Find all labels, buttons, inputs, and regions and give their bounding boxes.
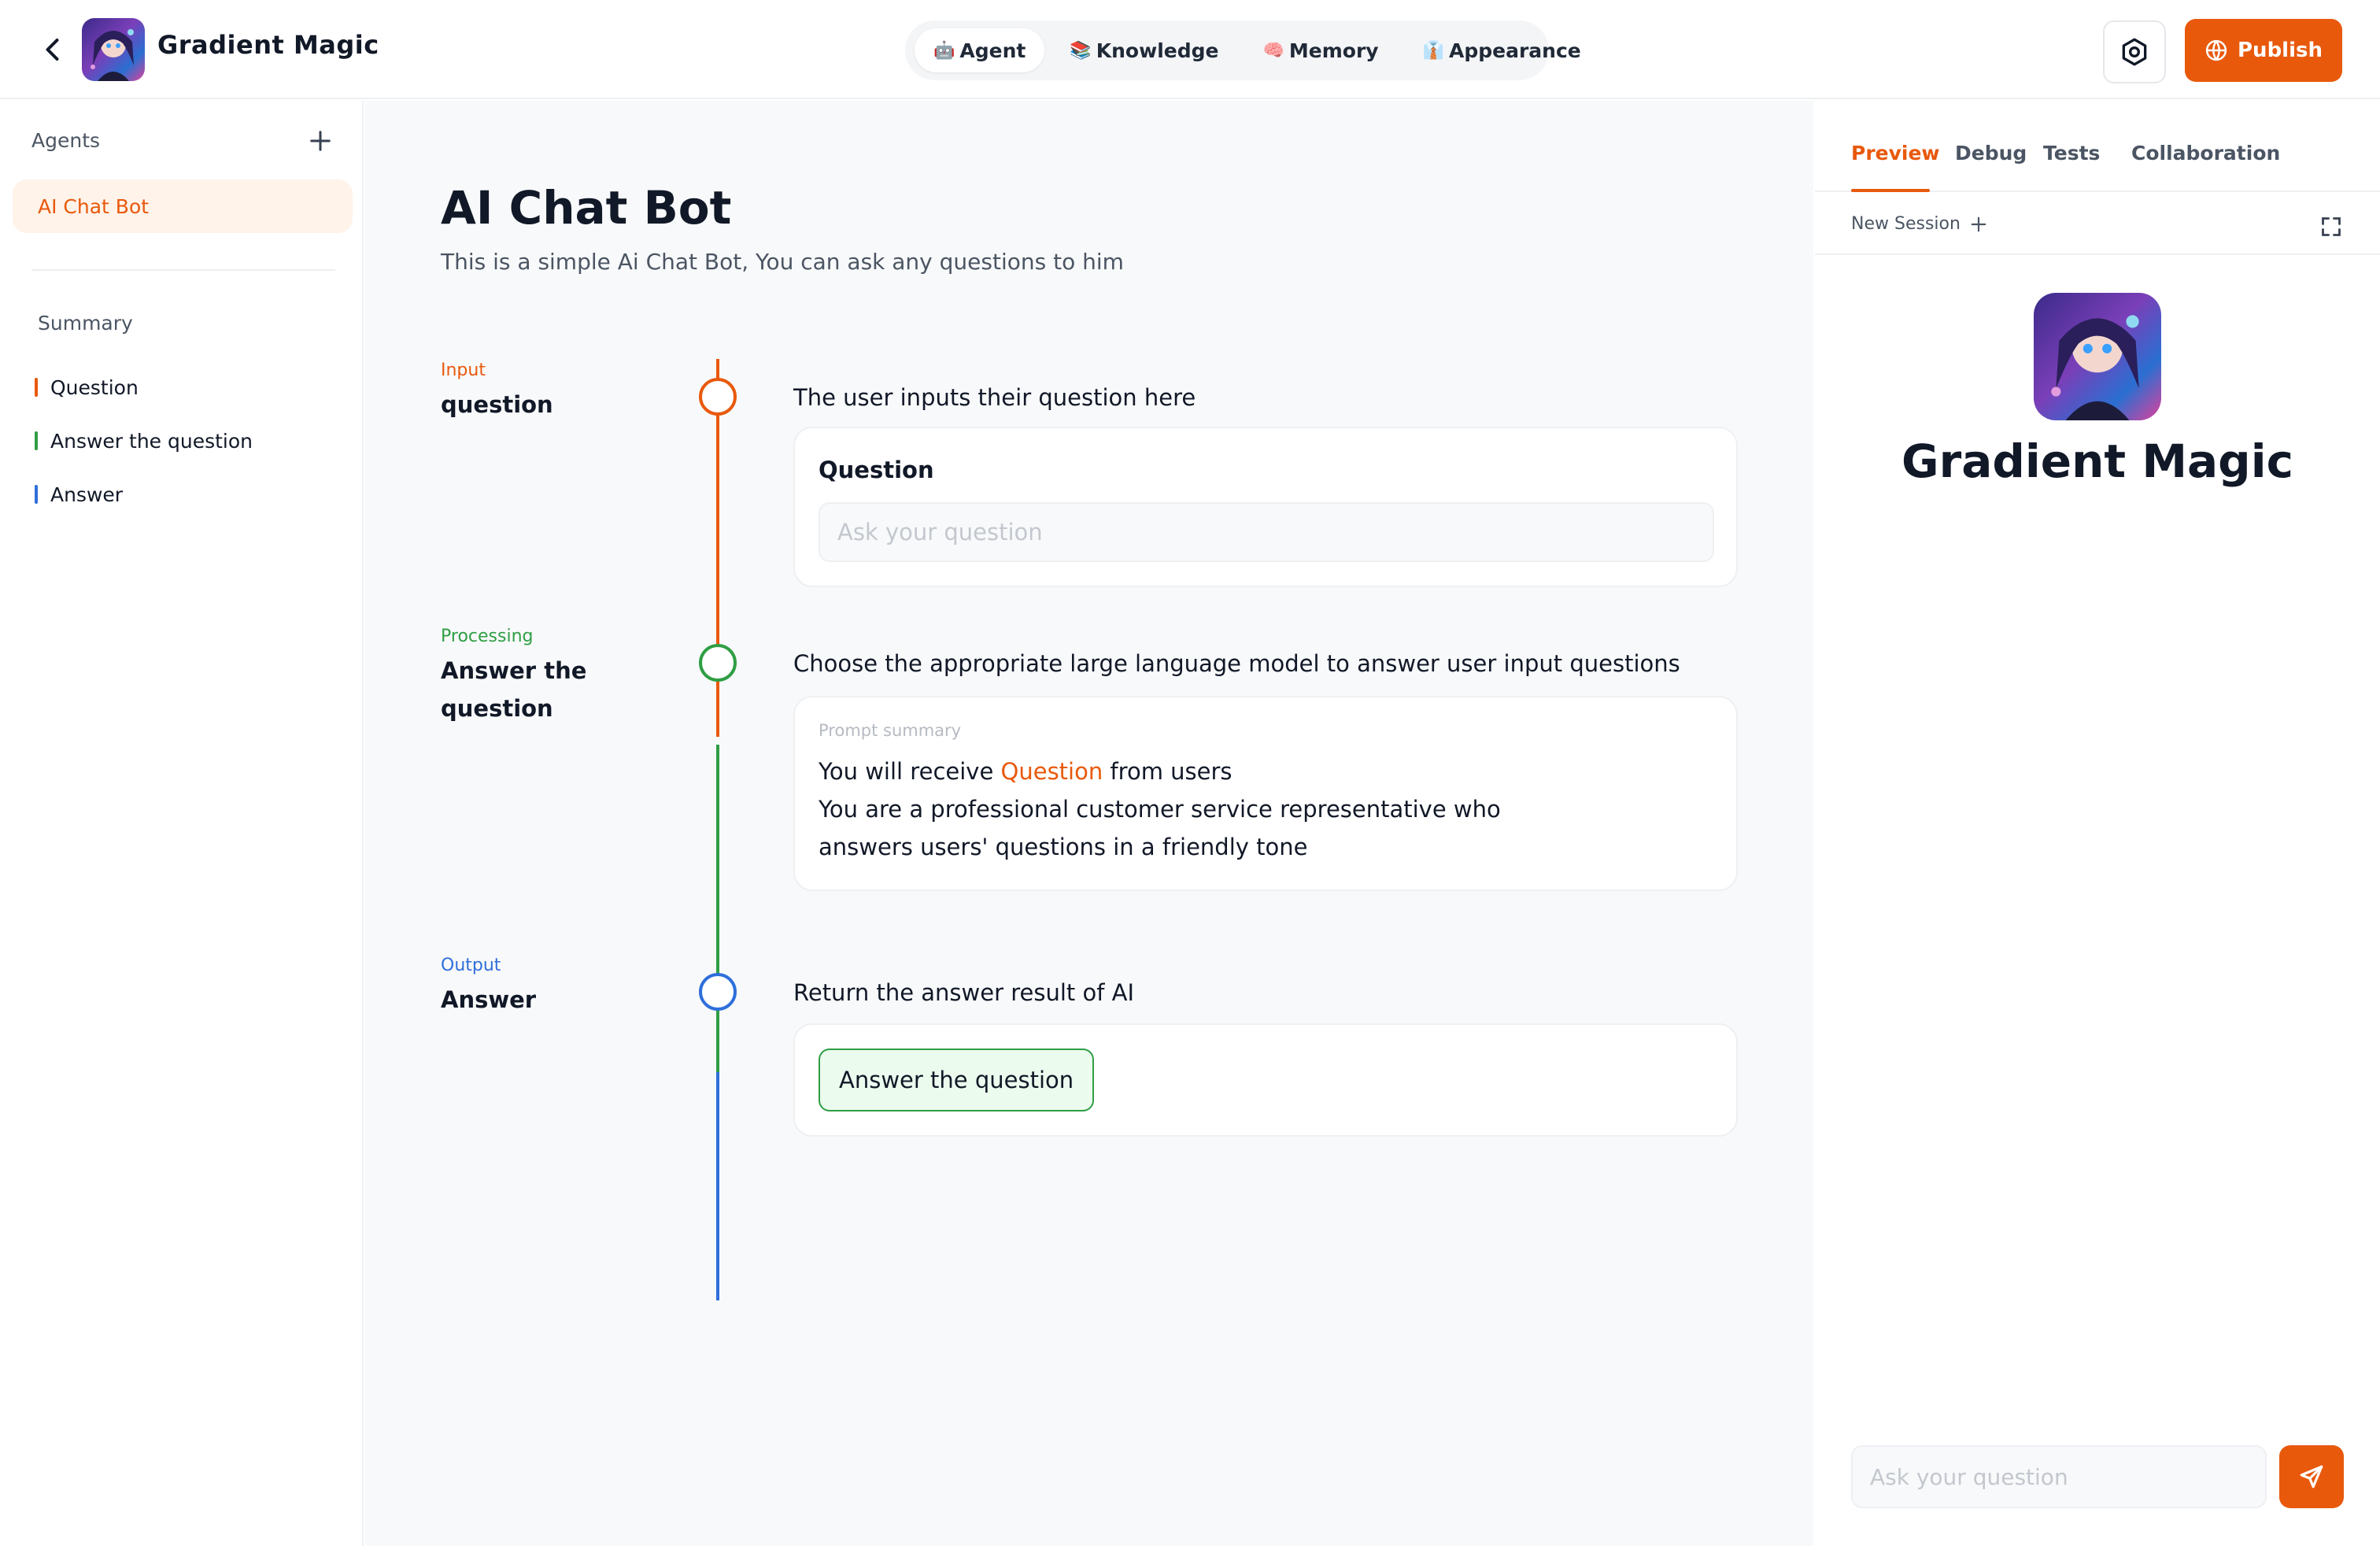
publish-label: Publish: [2238, 39, 2323, 62]
answer-variable-chip[interactable]: Answer the question: [819, 1049, 1095, 1111]
app-avatar: [82, 18, 145, 81]
summary-item-question[interactable]: Question: [35, 372, 139, 403]
active-tab-indicator: [1851, 189, 1930, 192]
publish-button[interactable]: Publish: [2185, 19, 2342, 82]
sidebar-divider: [31, 269, 335, 271]
timeline-node-input: [699, 378, 737, 416]
step-description-input: The user inputs their question here: [793, 384, 1196, 411]
back-arrow-icon[interactable]: [39, 35, 68, 65]
step-description-processing: Choose the appropriate large language mo…: [793, 650, 1680, 677]
prompt-text-pre: You will receive: [819, 758, 1001, 785]
prompt-summary-label: Prompt summary: [819, 721, 962, 740]
plus-icon: [1971, 216, 1986, 231]
main-content: AI Chat Bot This is a simple Ai Chat Bot…: [365, 101, 1813, 1546]
send-icon: [2300, 1465, 2323, 1489]
summary-color-bar: [35, 431, 38, 450]
input-card: Question: [793, 427, 1738, 587]
page-title: AI Chat Bot: [441, 181, 732, 235]
send-button[interactable]: [2279, 1445, 2344, 1508]
prompt-line-3: answers users' questions in a friendly t…: [819, 834, 1308, 860]
books-icon: 📚: [1070, 40, 1092, 61]
prompt-text-post: from users: [1103, 758, 1232, 785]
tab-preview[interactable]: Preview: [1851, 142, 1940, 165]
tab-appearance[interactable]: 👔 Appearance: [1404, 28, 1600, 72]
brain-icon: 🧠: [1262, 40, 1284, 61]
globe-icon: [2205, 39, 2227, 61]
tab-knowledge[interactable]: 📚 Knowledge: [1051, 28, 1237, 72]
step-tag-output: Output: [441, 956, 501, 975]
page-description: This is a simple Ai Chat Bot, You can as…: [441, 249, 1124, 275]
summary-item-answer-the-question[interactable]: Answer the question: [35, 425, 253, 457]
summary-color-bar: [35, 378, 38, 397]
step-description-output: Return the answer result of AI: [793, 979, 1135, 1006]
new-session-button[interactable]: New Session: [1851, 214, 1987, 234]
summary-item-answer[interactable]: Answer: [35, 479, 123, 510]
tab-label: Agent: [959, 39, 1026, 62]
prompt-line-1: You will receive Question from users: [819, 753, 1684, 790]
left-sidebar: Agents AI Chat Bot Summary Question Answ…: [0, 101, 364, 1546]
prompt-line-2: You are a professional customer service …: [819, 796, 1501, 823]
tab-collaboration[interactable]: Collaboration: [2131, 142, 2280, 165]
robot-icon: 🤖: [933, 40, 955, 61]
app-title: Gradient Magic: [157, 30, 379, 60]
summary-heading: Summary: [38, 312, 133, 335]
timeline-node-output: [699, 973, 737, 1011]
agents-heading: Agents: [31, 129, 101, 152]
timeline-node-processing: [699, 644, 737, 682]
preview-panel: Preview Debug Tests Collaboration New Se…: [1815, 101, 2380, 1546]
tab-tests[interactable]: Tests: [2043, 142, 2100, 165]
step-tag-processing: Processing: [441, 627, 534, 646]
step-tag-input: Input: [441, 361, 486, 380]
tab-memory[interactable]: 🧠 Memory: [1244, 28, 1397, 72]
summary-color-bar: [35, 485, 38, 504]
summary-item-label: Answer: [50, 483, 124, 506]
agent-item-ai-chat-bot[interactable]: AI Chat Bot: [13, 179, 353, 233]
new-session-label: New Session: [1851, 214, 1961, 234]
summary-item-label: Question: [50, 375, 139, 399]
tab-label: Knowledge: [1096, 39, 1219, 62]
main-tabs: 🤖 Agent 📚 Knowledge 🧠 Memory 👔 Appearanc…: [905, 20, 1581, 80]
shirt-icon: 👔: [1422, 40, 1444, 61]
timeline-line-output: [716, 1072, 719, 1300]
preview-agent-name: Gradient Magic: [1901, 435, 2293, 488]
top-header: Gradient Magic 🤖 Agent 📚 Knowledge 🧠 Mem…: [0, 0, 2380, 99]
prompt-variable-question: Question: [1000, 758, 1103, 785]
step-name-answer: Answer: [441, 986, 537, 1013]
settings-icon: [2122, 38, 2147, 66]
preview-avatar: [2034, 293, 2161, 420]
output-card: Answer the question: [793, 1023, 1738, 1137]
preview-tabs: Preview Debug Tests Collaboration: [1815, 101, 2380, 192]
step-name-question: question: [441, 391, 553, 418]
chat-input[interactable]: [1851, 1445, 2267, 1508]
expand-icon[interactable]: [2320, 216, 2342, 238]
tab-label: Memory: [1288, 39, 1379, 62]
tab-agent[interactable]: 🤖 Agent: [915, 28, 1045, 72]
session-bar: New Session: [1815, 194, 2380, 255]
summary-item-label: Answer the question: [50, 429, 253, 453]
add-agent-icon[interactable]: [309, 129, 332, 153]
prompt-card[interactable]: Prompt summary You will receive Question…: [793, 696, 1738, 891]
settings-button[interactable]: [2103, 20, 2166, 83]
tab-label: Appearance: [1448, 39, 1581, 62]
prompt-summary-text: You will receive Question from users You…: [819, 753, 1684, 866]
step-name-answer-the-question: Answer the question: [441, 657, 587, 722]
timeline-line-processing: [716, 745, 719, 1075]
tab-debug[interactable]: Debug: [1955, 142, 2027, 165]
question-field-label: Question: [819, 457, 934, 483]
question-input[interactable]: [819, 502, 1714, 562]
